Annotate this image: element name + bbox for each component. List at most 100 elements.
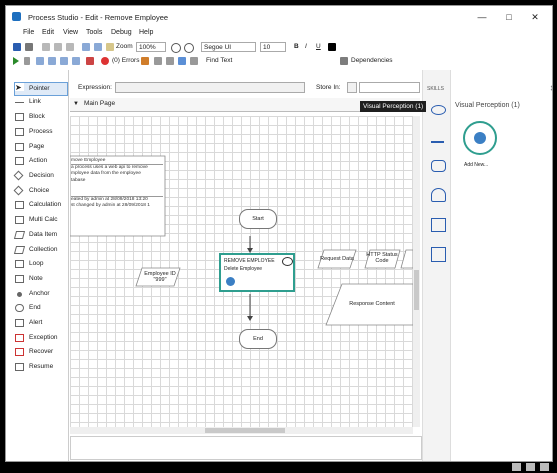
menu-file[interactable]: File [23,29,34,36]
menu-help[interactable]: Help [139,29,153,36]
tool-page[interactable]: Page [15,141,67,153]
italic-button[interactable]: I [305,43,307,50]
tool-end[interactable]: End [15,302,67,314]
tool-alert[interactable]: Alert [15,317,67,329]
vertical-scroll-thumb[interactable] [414,270,419,310]
idea-icon[interactable] [431,188,446,202]
add-new-skill-button[interactable] [463,121,497,155]
copy-icon[interactable] [54,43,62,51]
vertical-scrollbar[interactable] [413,116,420,427]
step-out-icon[interactable] [60,57,68,65]
expression-bar: Expression: Store In: [70,81,420,95]
tool-block[interactable]: Block [15,111,67,123]
people-icon[interactable] [431,160,446,172]
expression-input[interactable] [115,82,305,93]
loop-icon [15,260,24,268]
recover-icon [15,348,24,356]
menu-debug[interactable]: Debug [111,29,132,36]
tool-choice[interactable]: Choice [13,185,67,197]
tool-multi-calc[interactable]: Multi Calc [15,214,67,226]
store-in-icon[interactable] [347,82,357,93]
menu-tools[interactable]: Tools [86,29,102,36]
menu-view[interactable]: View [63,29,78,36]
dependencies-button[interactable]: Dependencies [351,57,393,64]
pin-icon[interactable]: ✖ [550,84,552,93]
zoom-select[interactable]: 100% [136,42,166,52]
step-icon[interactable] [36,57,44,65]
snap-icon[interactable] [166,57,174,65]
step-over-icon[interactable] [48,57,56,65]
note-icon [15,275,24,283]
tool-pointer[interactable]: ➤ Pointer [14,82,68,96]
close-button[interactable]: ✕ [529,11,541,23]
taskbar-icon[interactable] [526,463,535,471]
save-icon[interactable] [13,43,21,51]
redo-icon[interactable] [94,43,102,51]
process-canvas[interactable]: move Employee a process uses a web api t… [70,116,413,427]
analytics-icon[interactable] [431,133,444,143]
taskbar-icon[interactable] [512,463,521,471]
page-icon[interactable] [106,43,114,51]
request-data-label: Request Data [320,256,354,262]
hand-icon[interactable] [431,218,446,232]
pause-icon[interactable] [24,57,30,65]
errors-button[interactable]: (0) Errors [112,57,139,64]
exception-icon [15,334,24,342]
alert-icon [15,319,24,327]
page-tab-main[interactable]: Main Page [84,100,115,107]
maximize-button[interactable]: □ [503,11,515,23]
watch-icon[interactable] [190,57,198,65]
menu-edit[interactable]: Edit [42,29,54,36]
cut-icon[interactable] [42,43,50,51]
end-node[interactable]: End [239,329,277,349]
font-size-select[interactable]: 10 [260,42,286,52]
tool-anchor[interactable]: Anchor [15,288,67,300]
tool-process[interactable]: Process [15,126,67,138]
font-select[interactable]: Segoe UI [201,42,256,52]
note-line: st changed by admin at 28/09/2018 1 [71,203,150,209]
tool-note[interactable]: Note [15,273,67,285]
bold-button[interactable]: B [294,43,299,50]
tool-data-item[interactable]: Data Item [13,229,67,241]
visual-perception-icon[interactable] [431,105,446,115]
underline-button[interactable]: U [316,43,321,50]
tool-exception[interactable]: Exception [15,332,67,344]
zoom-in-icon[interactable] [171,43,181,53]
add-new-label: Add New... [464,162,489,168]
tool-decision[interactable]: Decision [13,170,67,182]
tool-link[interactable]: Link [15,96,67,108]
color-picker-icon[interactable] [328,43,336,51]
horizontal-scrollbar[interactable] [70,427,413,434]
tool-collection[interactable]: Collection [13,244,67,256]
tool-resume[interactable]: Resume [15,361,67,373]
stop-icon[interactable] [86,57,94,65]
window-title: Process Studio - Edit - Remove Employee [28,13,169,22]
document-icon[interactable] [431,247,446,262]
horizontal-scroll-thumb[interactable] [205,428,285,433]
store-in-label: Store In: [316,84,341,91]
dependencies-icon [340,57,348,65]
zoom-out-icon[interactable] [184,43,194,53]
grid-icon[interactable] [154,57,162,65]
process-note[interactable]: move Employee a process uses a web api t… [71,158,163,209]
tool-recover[interactable]: Recover [15,346,67,358]
store-in-input[interactable] [359,82,420,93]
minimize-button[interactable]: — [476,11,488,23]
action-stage-remove-employee[interactable]: REMOVE EMPLOYEE Delete Employee [219,253,295,292]
print-icon[interactable] [25,43,33,51]
tool-calculation[interactable]: Calculation [15,199,67,211]
find-text-button[interactable]: Find Text [206,57,232,64]
play-icon[interactable] [13,57,19,65]
overview-icon[interactable] [178,57,186,65]
taskbar-icon[interactable] [540,463,549,471]
restart-icon[interactable] [72,57,80,65]
page-dropdown-icon[interactable]: ▼ [73,101,79,107]
undo-icon[interactable] [82,43,90,51]
paste-icon[interactable] [66,43,74,51]
tool-loop[interactable]: Loop [15,258,67,270]
action-subtitle: Delete Employee [224,266,263,272]
start-node[interactable]: Start [239,209,277,229]
tool-action[interactable]: Action [15,155,67,167]
multi-calc-icon [15,216,24,224]
flag-icon[interactable] [141,57,149,65]
